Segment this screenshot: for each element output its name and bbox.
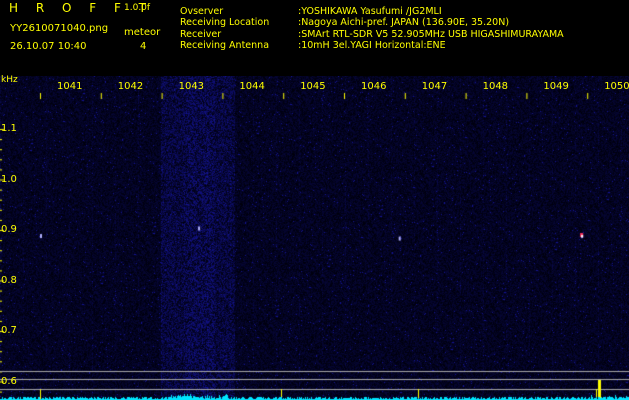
y-tick-label: 1.1: [1, 123, 17, 134]
x-tick-label: 1046: [361, 81, 387, 92]
info-row-observer: Ovserver :YOSHIKAWA Yasufumi /JG2MLI: [180, 6, 564, 17]
info-value: :YOSHIKAWA Yasufumi /JG2MLI: [298, 6, 442, 17]
spectrogram: [0, 76, 629, 400]
y-axis-unit: kHz: [1, 75, 18, 85]
x-tick-label: 1044: [239, 81, 265, 92]
meteor-count: 4: [140, 41, 147, 52]
info-key: Receiver: [180, 28, 222, 40]
meteor-label: meteor: [124, 27, 161, 38]
info-key: Ovserver: [180, 6, 224, 17]
info-row-antenna: Receiving Antenna :10mH 3el.YAGI Horizon…: [180, 40, 564, 51]
x-tick-label: 1048: [482, 81, 509, 92]
info-value: :10mH 3el.YAGI Horizontal:ENE: [298, 39, 446, 51]
datetime-label: 26.10.07 10:40: [10, 41, 87, 52]
x-tick-label: 1045: [300, 81, 326, 92]
x-tick-label: 1041: [57, 81, 83, 92]
x-tick-label: 1042: [117, 81, 144, 92]
station-info: Ovserver :YOSHIKAWA Yasufumi /JG2MLI Rec…: [180, 6, 564, 51]
filename-label: YY2610071040.png: [10, 23, 109, 34]
version-label: 1.0.0f: [124, 3, 151, 13]
x-tick-label: 1049: [543, 81, 569, 92]
info-row-receiver: Receiver :SMArt RTL-SDR V5 52.905MHz USB…: [180, 29, 564, 40]
info-row-location: Receiving Location :Nagoya Aichi-pref. J…: [180, 17, 564, 28]
info-key: Receiving Location: [180, 17, 270, 29]
x-tick-label: 1043: [178, 81, 205, 92]
y-tick-label: 0.9: [1, 224, 17, 235]
y-tick-label: 0.7: [1, 325, 17, 336]
y-tick-label: 1.0: [1, 173, 17, 185]
x-tick-label: 1050: [604, 81, 629, 92]
info-value: :SMArt RTL-SDR V5 52.905MHz USB HIGASHIM…: [298, 28, 564, 40]
info-key: Receiving Antenna: [180, 39, 270, 51]
y-tick-label: 0.8: [1, 274, 17, 286]
info-value: :Nagoya Aichi-pref. JAPAN (136.90E, 35.2…: [298, 17, 510, 29]
x-tick-label: 1047: [421, 81, 448, 92]
y-tick-label: 0.6: [1, 375, 17, 387]
